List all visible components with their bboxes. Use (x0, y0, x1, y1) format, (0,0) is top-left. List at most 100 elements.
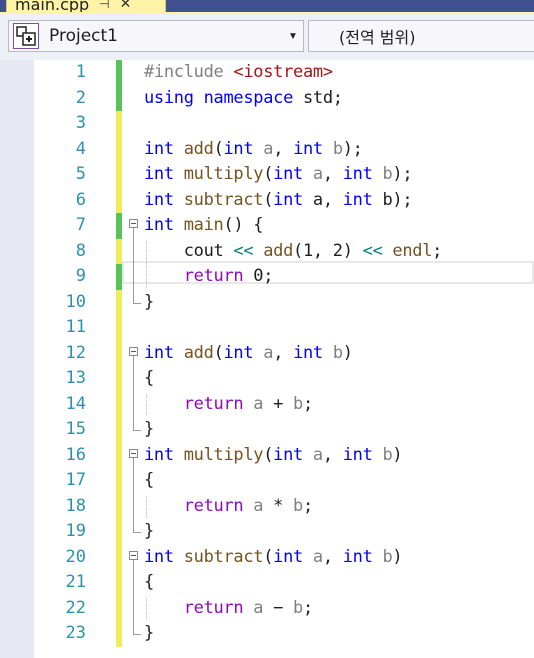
change-marker (116, 187, 122, 213)
code-line[interactable]: 22 return a − b; (34, 595, 534, 621)
line-number: 17 (65, 470, 86, 490)
code-token: int (144, 138, 174, 159)
code-line[interactable]: 18 return a * b; (34, 493, 534, 519)
line-number: 9 (75, 266, 86, 286)
code-token: add (263, 240, 294, 261)
change-marker (116, 340, 122, 366)
code-line[interactable]: 2 using namespace std; (34, 85, 534, 111)
code-token: <iostream> (233, 62, 333, 82)
change-marker (116, 417, 122, 443)
navigation-bar: Project1 ▼ (전역 범위) (0, 14, 534, 60)
code-token: b (293, 597, 303, 618)
code-token: int (273, 444, 303, 465)
pin-icon[interactable]: ⊣ (99, 0, 109, 11)
line-number: 18 (65, 495, 86, 516)
close-icon[interactable]: ✕ (120, 0, 132, 12)
collapse-toggle-icon[interactable] (129, 346, 138, 356)
code-line[interactable]: 4 int add(int a, int b); (34, 136, 534, 163)
code-token: b (332, 342, 343, 363)
code-line[interactable]: 12 int add(int a, int b) (34, 340, 534, 366)
code-token: { (144, 470, 154, 490)
code-token: add (183, 138, 214, 159)
code-line[interactable]: 20 int subtract(int a, int b) (34, 544, 534, 571)
code-line[interactable]: 13 { (34, 366, 534, 392)
code-token: + (263, 393, 294, 414)
indent-guide (146, 393, 147, 415)
change-marker (116, 595, 122, 621)
code-line[interactable]: 9 return 0; (34, 264, 534, 290)
project-dropdown[interactable]: Project1 ▼ (8, 20, 304, 52)
code-text: } (144, 519, 154, 545)
collapse-toggle-icon[interactable] (129, 448, 138, 458)
code-line[interactable]: 14 return a + b; (34, 391, 534, 418)
code-token: , (273, 342, 294, 363)
code-token: a (312, 546, 323, 567)
code-token: , (322, 546, 343, 567)
code-token: int (144, 546, 174, 567)
code-line[interactable]: 16 int multiply(int a, int b) (34, 442, 534, 468)
line-number: 8 (75, 240, 86, 261)
code-line[interactable]: 21 { (34, 570, 534, 596)
indent-guide (146, 240, 147, 288)
code-token: ( (263, 444, 274, 465)
code-line[interactable]: 23} (34, 621, 534, 647)
change-marker (116, 366, 122, 392)
code-token: () { (223, 215, 264, 235)
code-line[interactable]: 5 int multiply(int a, int b); (34, 162, 534, 188)
code-line[interactable]: 11 (34, 315, 534, 341)
change-marker (116, 391, 122, 417)
scope-dropdown[interactable]: (전역 범위) (308, 20, 534, 52)
outline-bracket (133, 228, 134, 303)
collapse-toggle-icon[interactable] (129, 219, 138, 228)
change-marker (116, 162, 122, 188)
code-token: endl (392, 240, 433, 261)
code-token: int (144, 342, 174, 363)
line-number: 10 (65, 291, 86, 312)
change-marker (116, 111, 122, 137)
code-line[interactable]: 10} (34, 289, 534, 316)
code-line[interactable]: 7 int main() { (34, 213, 534, 239)
code-line[interactable]: 15} (34, 417, 534, 443)
code-token: − (263, 597, 294, 618)
code-text: } (144, 290, 154, 316)
change-marker (116, 238, 122, 264)
line-number: 1 (75, 62, 86, 82)
line-number: 2 (75, 87, 86, 108)
code-token: b (293, 393, 303, 414)
outline-bracket (133, 355, 134, 430)
code-token: int (144, 215, 174, 235)
code-token: ); (342, 138, 363, 159)
indent-guide (146, 597, 147, 619)
code-token: { (144, 368, 154, 388)
code-token: ( (263, 546, 274, 567)
code-token: ; (432, 240, 443, 261)
code-token: ) (392, 546, 403, 567)
code-editor[interactable]: 1 #include <iostream> 2 using namespace std… (0, 60, 534, 658)
code-line[interactable]: 3 (34, 111, 534, 137)
collapse-toggle-icon[interactable] (129, 550, 138, 560)
code-line[interactable]: 6 int subtract(int a, int b); (34, 187, 534, 213)
code-token: return (183, 266, 244, 286)
code-text: int subtract(int a, int b) (144, 545, 403, 571)
code-token: 0; (243, 266, 274, 286)
code-line[interactable]: 8 cout << add(1, 2) << endl; (34, 238, 534, 264)
line-number: 19 (65, 521, 86, 541)
code-token: a (253, 393, 264, 414)
code-token: } (144, 419, 154, 439)
change-marker (116, 85, 122, 111)
code-text: int add(int a, int b); (144, 137, 363, 163)
code-line[interactable]: 17 { (34, 468, 534, 494)
code-line[interactable]: 1 #include <iostream> (34, 60, 534, 86)
code-text: return a + b; (144, 392, 313, 418)
code-line[interactable]: 19} (34, 519, 534, 545)
